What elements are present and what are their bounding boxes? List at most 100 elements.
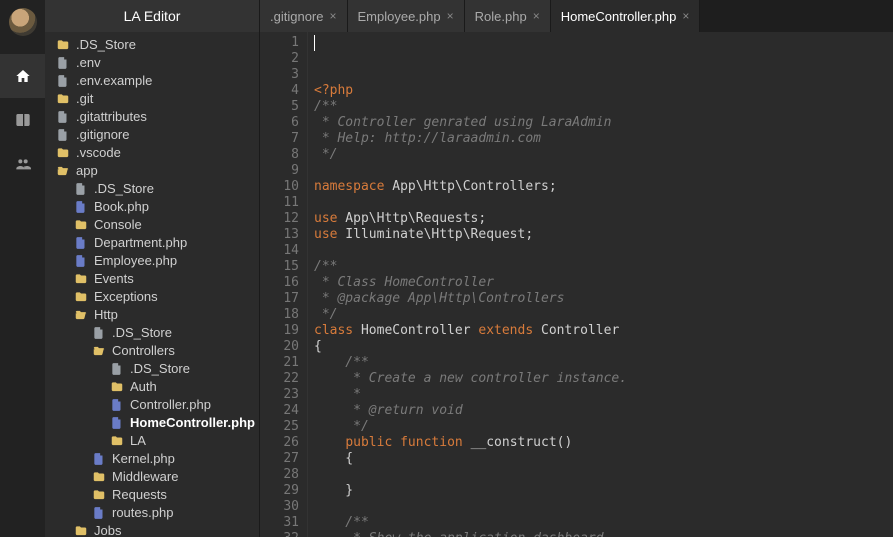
tree-node[interactable]: LA bbox=[45, 432, 259, 450]
code-line[interactable]: * Help: http://laraadmin.com bbox=[314, 131, 887, 147]
tree-node-label: Jobs bbox=[94, 522, 121, 537]
folder-icon bbox=[55, 91, 71, 107]
code-line[interactable]: */ bbox=[314, 147, 887, 163]
line-number: 31 bbox=[260, 515, 299, 531]
code-line[interactable]: * @package App\Http\Controllers bbox=[314, 291, 887, 307]
line-number: 30 bbox=[260, 499, 299, 515]
tab[interactable]: .gitignore× bbox=[260, 0, 348, 32]
line-number: 23 bbox=[260, 387, 299, 403]
tree-node[interactable]: .git bbox=[45, 90, 259, 108]
nav-home[interactable] bbox=[0, 54, 45, 98]
close-icon[interactable]: × bbox=[329, 9, 336, 23]
code-line[interactable] bbox=[314, 243, 887, 259]
tree-node[interactable]: Jobs bbox=[45, 522, 259, 537]
close-icon[interactable]: × bbox=[447, 9, 454, 23]
tree-node-label: Book.php bbox=[94, 198, 149, 216]
code-line[interactable]: * Class HomeController bbox=[314, 275, 887, 291]
line-number: 11 bbox=[260, 195, 299, 211]
code-content[interactable]: <?php/** * Controller genrated using Lar… bbox=[308, 32, 893, 537]
code-line[interactable] bbox=[314, 499, 887, 515]
avatar[interactable] bbox=[9, 8, 37, 36]
code-line[interactable] bbox=[314, 163, 887, 179]
tree-node[interactable]: .DS_Store bbox=[45, 180, 259, 198]
code-line[interactable]: /** bbox=[314, 515, 887, 531]
tab-label: Role.php bbox=[475, 9, 527, 24]
folder-icon bbox=[91, 469, 107, 485]
code-line[interactable]: * Show the application dashboard. bbox=[314, 531, 887, 537]
tab-label: HomeController.php bbox=[561, 9, 677, 24]
tree-node-label: .vscode bbox=[76, 144, 121, 162]
nav-users[interactable] bbox=[0, 142, 45, 186]
code-line[interactable]: */ bbox=[314, 307, 887, 323]
tab-label: Employee.php bbox=[358, 9, 441, 24]
code-line[interactable]: /** bbox=[314, 355, 887, 371]
code-line[interactable]: * Create a new controller instance. bbox=[314, 371, 887, 387]
tree-node[interactable]: Middleware bbox=[45, 468, 259, 486]
code-line[interactable]: /** bbox=[314, 99, 887, 115]
tree-node[interactable]: .DS_Store bbox=[45, 324, 259, 342]
code-line[interactable]: { bbox=[314, 451, 887, 467]
tree-node[interactable]: .DS_Store bbox=[45, 360, 259, 378]
tab[interactable]: Employee.php × bbox=[348, 0, 465, 32]
tree-node[interactable]: Console bbox=[45, 216, 259, 234]
tree-node[interactable]: Employee.php bbox=[45, 252, 259, 270]
code-line[interactable]: * bbox=[314, 387, 887, 403]
code-editor[interactable]: 1234567891011121314151617181920212223242… bbox=[260, 32, 893, 537]
line-number: 20 bbox=[260, 339, 299, 355]
close-icon[interactable]: × bbox=[533, 9, 540, 23]
line-number: 16 bbox=[260, 275, 299, 291]
code-line[interactable]: class HomeController extends Controller bbox=[314, 323, 887, 339]
file-icon bbox=[55, 127, 71, 143]
file-icon bbox=[91, 325, 107, 341]
folder-icon bbox=[55, 37, 71, 53]
tab[interactable]: HomeController.php × bbox=[551, 0, 701, 32]
code-line[interactable]: { bbox=[314, 339, 887, 355]
tree-node[interactable]: Book.php bbox=[45, 198, 259, 216]
tree-node[interactable]: Requests bbox=[45, 486, 259, 504]
code-line[interactable] bbox=[314, 467, 887, 483]
tree-node[interactable]: .gitignore bbox=[45, 126, 259, 144]
tree-node[interactable]: Exceptions bbox=[45, 288, 259, 306]
tree-node[interactable]: .env bbox=[45, 54, 259, 72]
sidebar-title: LA Editor bbox=[45, 0, 259, 32]
tree-node[interactable]: .gitattributes bbox=[45, 108, 259, 126]
code-line[interactable]: use App\Http\Requests; bbox=[314, 211, 887, 227]
code-line[interactable]: * Controller genrated using LaraAdmin bbox=[314, 115, 887, 131]
tree-node[interactable]: .vscode bbox=[45, 144, 259, 162]
tree-node-label: Exceptions bbox=[94, 288, 158, 306]
line-number: 10 bbox=[260, 179, 299, 195]
code-line[interactable]: public function __construct() bbox=[314, 435, 887, 451]
tree-node[interactable]: Auth bbox=[45, 378, 259, 396]
tree-node[interactable]: Controller.php bbox=[45, 396, 259, 414]
close-icon[interactable]: × bbox=[682, 9, 689, 23]
code-line[interactable] bbox=[314, 195, 887, 211]
folder-icon bbox=[55, 145, 71, 161]
tree-node[interactable]: Kernel.php bbox=[45, 450, 259, 468]
tree-node[interactable]: Http bbox=[45, 306, 259, 324]
tree-node-label: Controllers bbox=[112, 342, 175, 360]
tab[interactable]: Role.php × bbox=[465, 0, 551, 32]
tree-node[interactable]: HomeController.php bbox=[45, 414, 259, 432]
tree-node[interactable]: .DS_Store bbox=[45, 36, 259, 54]
code-line[interactable]: } bbox=[314, 483, 887, 499]
code-line[interactable]: use Illuminate\Http\Request; bbox=[314, 227, 887, 243]
code-line[interactable]: <?php bbox=[314, 83, 887, 99]
book-icon bbox=[15, 112, 31, 128]
code-line[interactable]: */ bbox=[314, 419, 887, 435]
line-number: 13 bbox=[260, 227, 299, 243]
code-line[interactable]: /** bbox=[314, 259, 887, 275]
tree-node[interactable]: Department.php bbox=[45, 234, 259, 252]
nav-docs[interactable] bbox=[0, 98, 45, 142]
tree-node[interactable]: app bbox=[45, 162, 259, 180]
file-icon bbox=[91, 451, 107, 467]
file-icon bbox=[109, 361, 125, 377]
tree-node-label: Auth bbox=[130, 378, 157, 396]
tree-node[interactable]: routes.php bbox=[45, 504, 259, 522]
code-line[interactable]: * @return void bbox=[314, 403, 887, 419]
file-tree[interactable]: .DS_Store.env.env.example.git.gitattribu… bbox=[45, 32, 259, 537]
code-line[interactable]: namespace App\Http\Controllers; bbox=[314, 179, 887, 195]
file-icon bbox=[55, 109, 71, 125]
tree-node[interactable]: .env.example bbox=[45, 72, 259, 90]
tree-node[interactable]: Controllers bbox=[45, 342, 259, 360]
tree-node[interactable]: Events bbox=[45, 270, 259, 288]
